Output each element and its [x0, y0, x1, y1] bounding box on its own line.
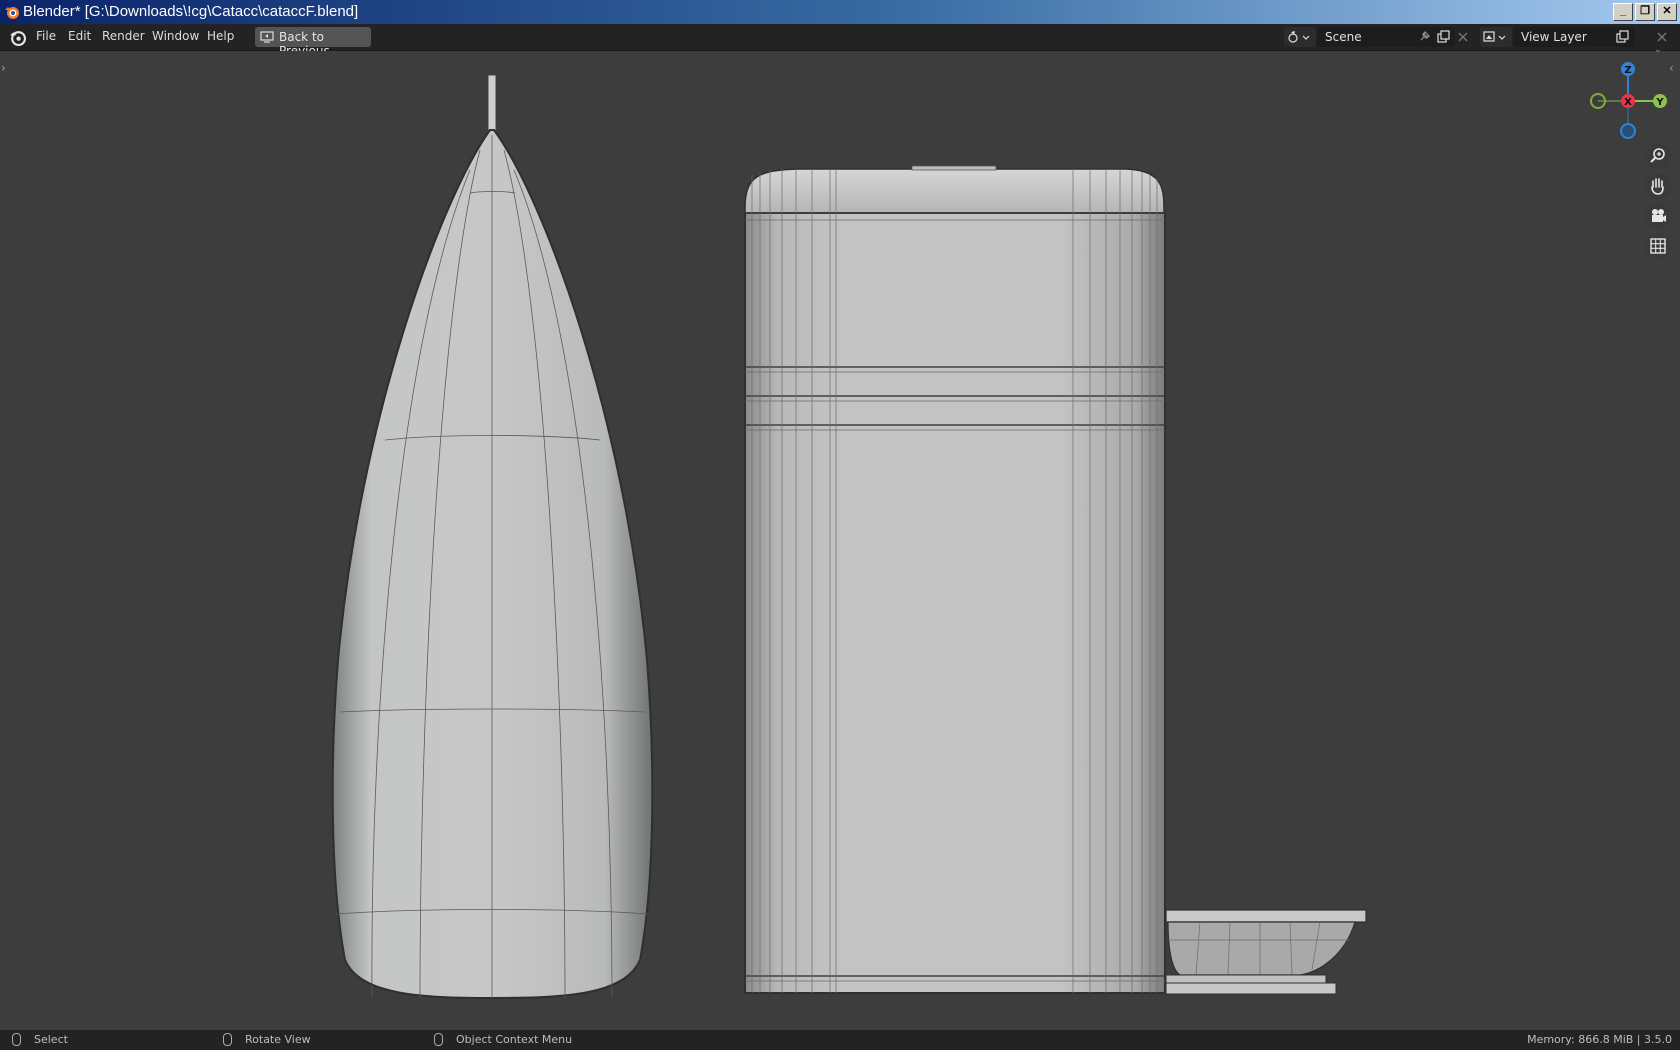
- view-layer-icon: [1483, 31, 1506, 42]
- scene-name-field[interactable]: Scene: [1317, 27, 1455, 47]
- delete-scene-icon[interactable]: [1458, 32, 1468, 42]
- gizmo-y-label: Y: [1655, 97, 1664, 108]
- delete-view-layer-icon[interactable]: [1657, 32, 1667, 42]
- orthographic-grid-icon[interactable]: [1644, 232, 1672, 260]
- menu-render[interactable]: Render: [102, 29, 145, 43]
- pan-view-hand-icon[interactable]: [1644, 172, 1672, 200]
- status-context-menu-hint: Object Context Menu: [456, 1033, 573, 1046]
- gizmo-z-label: Z: [1624, 65, 1631, 76]
- scene-icon: [1288, 31, 1310, 43]
- navigation-gizmo[interactable]: Z Y X: [1586, 57, 1672, 141]
- new-scene-icon[interactable]: [1436, 30, 1450, 44]
- menu-window[interactable]: Window: [152, 29, 199, 43]
- scene-name-text: Scene: [1325, 30, 1362, 44]
- viewport-scene: [331, 74, 1367, 1000]
- status-select-hint: Select: [34, 1033, 68, 1046]
- zoom-view-icon[interactable]: [1644, 142, 1672, 170]
- blender-logo-icon: [5, 7, 19, 19]
- new-view-layer-icon[interactable]: [1615, 30, 1629, 44]
- view-layer-name-text: View Layer: [1521, 30, 1587, 44]
- gizmo-neg-z-handle[interactable]: [1620, 123, 1636, 139]
- mouse-left-click-icon: [12, 1033, 21, 1046]
- blender-menu-icon[interactable]: [9, 29, 26, 46]
- 3d-viewport[interactable]: › ‹ ⌄ Z Y X: [0, 45, 1680, 1030]
- back-to-previous-button[interactable]: Back to Previous: [255, 27, 371, 58]
- gizmo-x-label: X: [1624, 97, 1632, 108]
- window-title: Blender* [G:\Downloads\!cg\Catacc\catacc…: [23, 3, 359, 20]
- menu-help[interactable]: Help: [207, 29, 234, 43]
- status-rotate-hint: Rotate View: [245, 1033, 311, 1046]
- window-titlebar: Blender* [G:\Downloads\!cg\Catacc\catacc…: [0, 0, 1680, 24]
- dish-mesh: [1165, 909, 1367, 995]
- mouse-middle-click-icon: [223, 1033, 232, 1046]
- mouse-right-click-icon: [434, 1033, 443, 1046]
- view-layer-name-field[interactable]: View Layer: [1513, 27, 1635, 47]
- bottle-mesh: [331, 74, 654, 1000]
- menu-file[interactable]: File: [36, 29, 56, 43]
- screen-back-icon: [260, 31, 274, 43]
- camera-view-icon[interactable]: [1644, 202, 1672, 230]
- pin-icon[interactable]: [1417, 30, 1431, 44]
- scene-browse-button[interactable]: [1284, 27, 1316, 47]
- status-bar: Select Rotate View Object Context Menu M…: [0, 1030, 1680, 1050]
- menu-edit[interactable]: Edit: [68, 29, 91, 43]
- minimize-button[interactable]: _: [1613, 3, 1633, 21]
- view-layer-browse-button[interactable]: [1480, 27, 1512, 47]
- cylinder-mesh: [744, 165, 1166, 994]
- top-menubar: File Edit Render Window Help Back to Pre…: [0, 24, 1680, 58]
- close-button[interactable]: ✕: [1657, 3, 1677, 21]
- restore-button[interactable]: ❐: [1635, 3, 1655, 21]
- status-memory-version: Memory: 866.8 MiB | 3.5.0: [1527, 1033, 1672, 1046]
